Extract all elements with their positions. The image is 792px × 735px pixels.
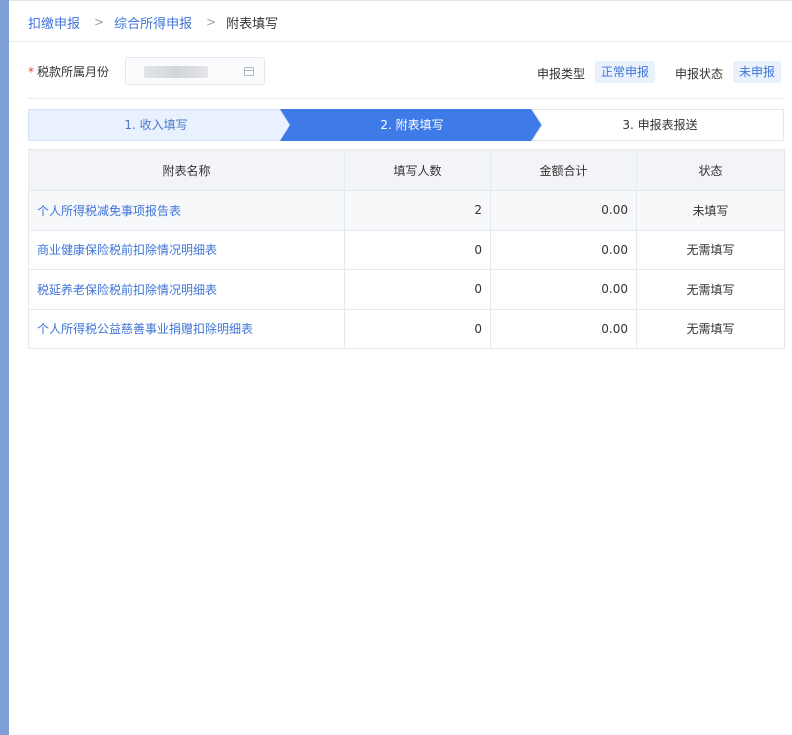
amount-total: 0.00 xyxy=(490,190,637,231)
step-1-label[interactable]: 1. 收入填写 xyxy=(28,109,284,141)
amount-total: 0.00 xyxy=(490,269,637,310)
main-panel: 扣缴申报 > 综合所得申报 > 附表填写 * 税款所属月份 申报类型 正常申报 … xyxy=(9,0,792,735)
column-header-name: 附表名称 xyxy=(28,149,345,191)
step-2-label[interactable]: 2. 附表填写 xyxy=(284,109,540,141)
attachment-link[interactable]: 个人所得税减免事项报告表 xyxy=(28,190,345,231)
fill-status: 无需填写 xyxy=(636,229,785,270)
column-header-amount: 金额合计 xyxy=(490,149,637,191)
step-progress: 1. 收入填写 2. 附表填写 3. 申报表报送 xyxy=(28,109,784,141)
table-row: 个人所得税减免事项报告表 2 0.00 未填写 xyxy=(28,190,785,231)
breadcrumb-current: 附表填写 xyxy=(226,16,279,32)
amount-total: 0.00 xyxy=(490,308,637,349)
chevron-right-icon: > xyxy=(206,15,217,29)
declaration-status-badge: 未申报 xyxy=(733,61,782,83)
breadcrumb-item-withholding[interactable]: 扣缴申报 xyxy=(28,13,80,32)
column-header-count: 填写人数 xyxy=(344,149,491,191)
step-3-label[interactable]: 3. 申报表报送 xyxy=(536,109,784,141)
fill-status: 无需填写 xyxy=(636,269,785,310)
column-header-status: 状态 xyxy=(636,149,785,191)
month-label: * 税款所属月份 xyxy=(28,63,109,80)
declaration-type-label: 申报类型 xyxy=(537,67,586,81)
declaration-type-badge: 正常申报 xyxy=(595,61,656,83)
breadcrumb-divider xyxy=(9,41,792,42)
month-label-text: 税款所属月份 xyxy=(37,65,110,79)
filled-count: 0 xyxy=(344,308,491,349)
filled-count: 0 xyxy=(344,229,491,270)
left-window-edge xyxy=(0,0,9,735)
declaration-status-label: 申报状态 xyxy=(675,67,724,81)
breadcrumb: 扣缴申报 > 综合所得申报 > 附表填写 xyxy=(28,12,278,32)
calendar-icon[interactable] xyxy=(244,67,254,76)
redacted-month-value xyxy=(144,66,208,78)
table-row: 个人所得税公益慈善事业捐赠扣除明细表 0 0.00 无需填写 xyxy=(28,308,785,349)
required-mark: * xyxy=(28,64,34,79)
attachment-link[interactable]: 税延养老保险税前扣除情况明细表 xyxy=(28,269,345,310)
amount-total: 0.00 xyxy=(490,229,637,270)
month-picker-input[interactable] xyxy=(125,57,265,85)
fill-status: 未填写 xyxy=(636,190,785,231)
filled-count: 0 xyxy=(344,269,491,310)
breadcrumb-item-comprehensive[interactable]: 综合所得申报 xyxy=(114,13,192,32)
filled-count: 2 xyxy=(344,190,491,231)
table-row: 商业健康保险税前扣除情况明细表 0 0.00 无需填写 xyxy=(28,229,785,270)
table-header-row: 附表名称 填写人数 金额合计 状态 xyxy=(28,149,785,191)
attachment-link[interactable]: 个人所得税公益慈善事业捐赠扣除明细表 xyxy=(28,308,345,349)
attachment-table: 附表名称 填写人数 金额合计 状态 个人所得税减免事项报告表 2 0.00 未填… xyxy=(28,149,785,349)
attachment-link[interactable]: 商业健康保险税前扣除情况明细表 xyxy=(28,229,345,270)
chevron-right-icon: > xyxy=(94,15,105,29)
fill-status: 无需填写 xyxy=(636,308,785,349)
filter-divider xyxy=(28,98,784,99)
table-row: 税延养老保险税前扣除情况明细表 0 0.00 无需填写 xyxy=(28,269,785,310)
